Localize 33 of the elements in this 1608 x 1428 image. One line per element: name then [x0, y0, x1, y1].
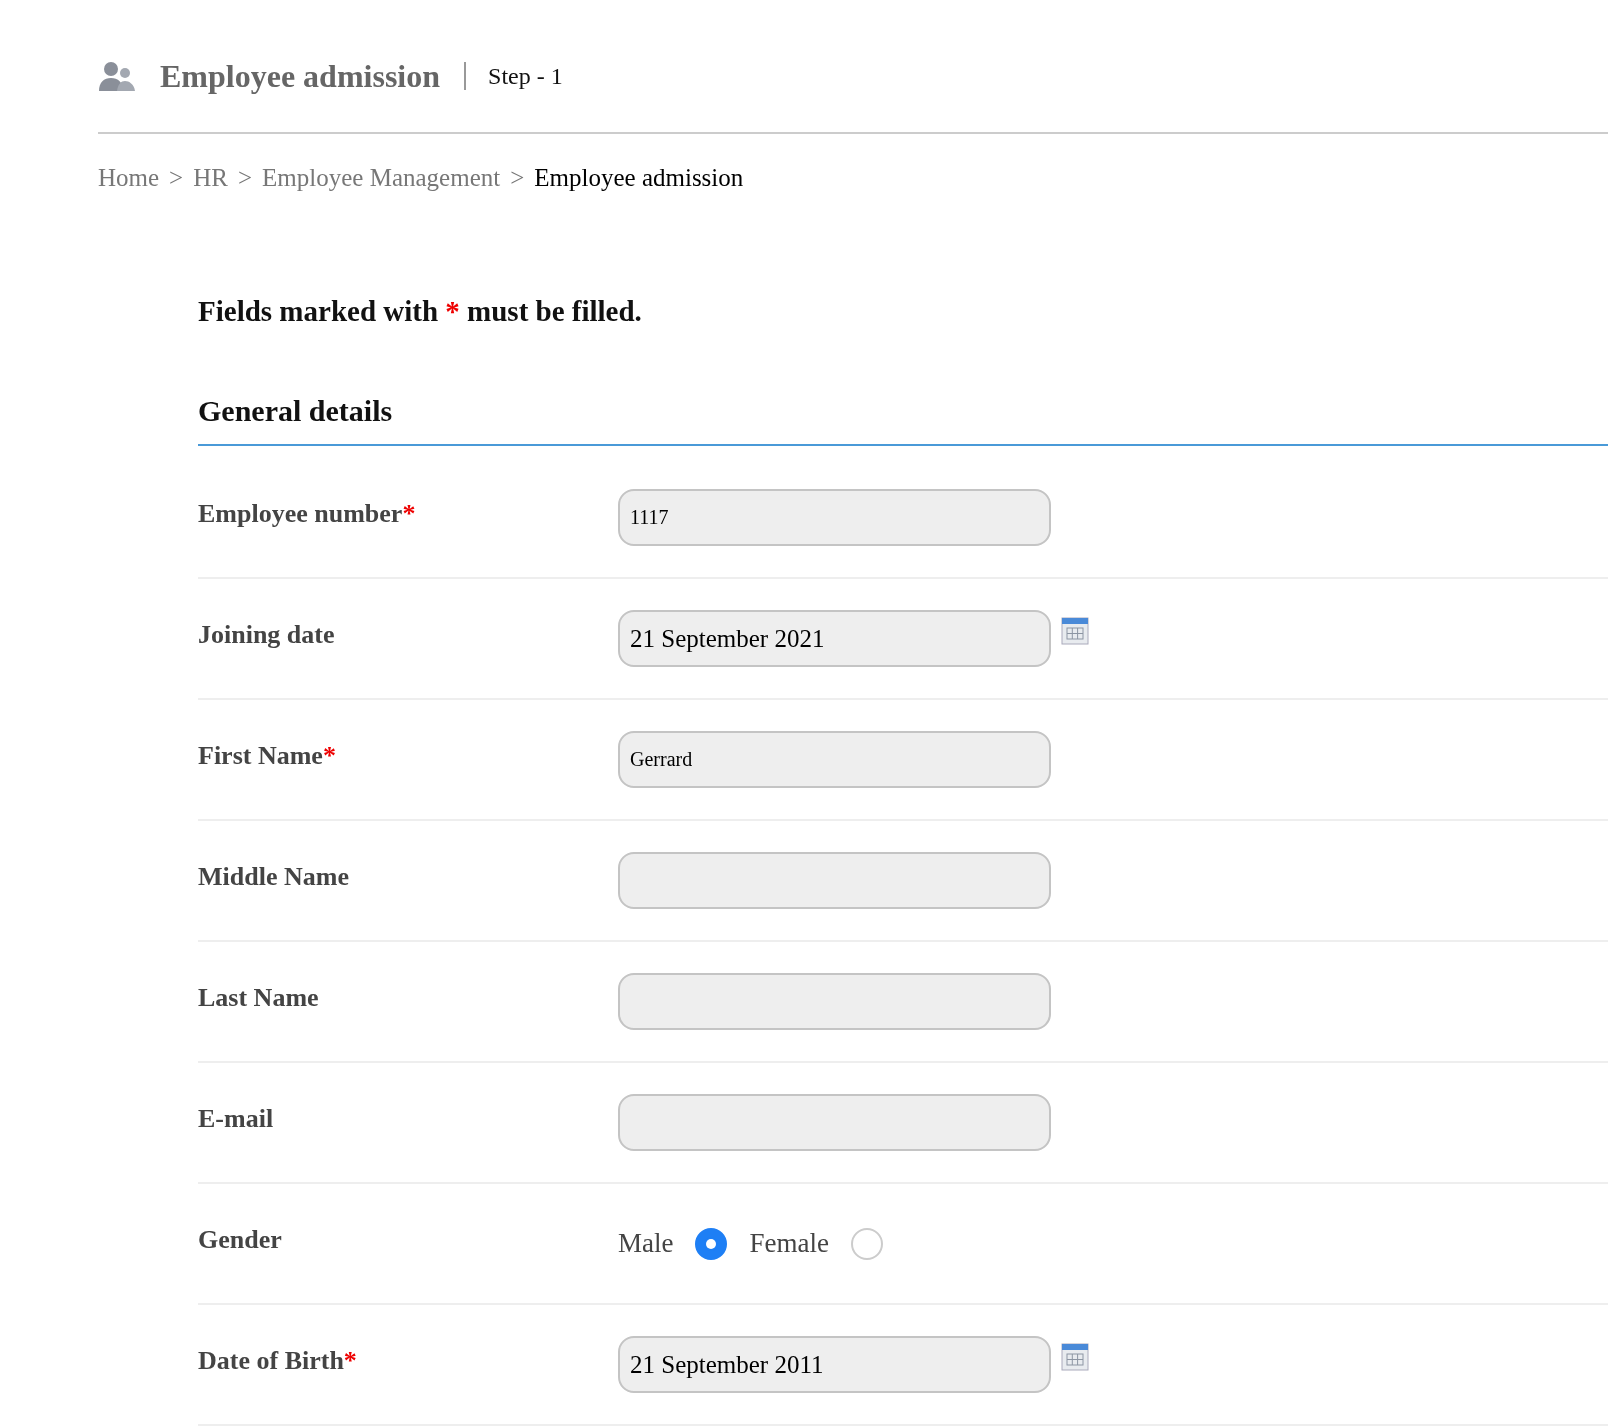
field-label: Date of Birth*: [198, 1345, 358, 1376]
breadcrumb-separator: >: [510, 164, 525, 192]
radio-label: Female: [749, 1228, 829, 1259]
text-field[interactable]: [618, 973, 1051, 1030]
breadcrumb-link[interactable]: Home: [98, 164, 160, 192]
field-label: Employee number*: [198, 498, 417, 529]
date-field[interactable]: 21 September 2021: [618, 610, 1051, 667]
breadcrumb-link[interactable]: Employee Management: [262, 164, 501, 192]
field-label: E-mail: [198, 1103, 275, 1134]
field-label: Last Name: [198, 982, 320, 1013]
field-label: First Name*: [198, 740, 337, 771]
field-label: Gender: [198, 1224, 283, 1255]
radio-label: Male: [618, 1228, 674, 1259]
text-field[interactable]: [618, 852, 1051, 909]
breadcrumb-separator: >: [169, 164, 184, 192]
required-notice: Fields marked with * must be filled.: [198, 295, 643, 328]
breadcrumb-link[interactable]: HR: [193, 164, 228, 192]
calendar-icon[interactable]: [1061, 617, 1089, 645]
people-icon: [98, 60, 136, 92]
date-field[interactable]: 21 September 2011: [618, 1336, 1051, 1393]
text-field[interactable]: Gerrard: [618, 731, 1051, 788]
calendar-icon[interactable]: [1061, 1343, 1089, 1371]
field-label: Middle Name: [198, 861, 350, 892]
step-label: Step - 1: [488, 62, 563, 90]
page-title: Employee admission: [160, 57, 441, 95]
radio-button[interactable]: [695, 1227, 728, 1260]
text-field[interactable]: 1117: [618, 489, 1051, 546]
radio-button[interactable]: [850, 1227, 883, 1260]
field-label: Joining date: [198, 619, 336, 650]
breadcrumb-current: Employee admission: [534, 164, 744, 192]
text-field[interactable]: [618, 1094, 1051, 1151]
section-title: General details: [198, 394, 1608, 446]
breadcrumb-separator: >: [237, 164, 253, 192]
